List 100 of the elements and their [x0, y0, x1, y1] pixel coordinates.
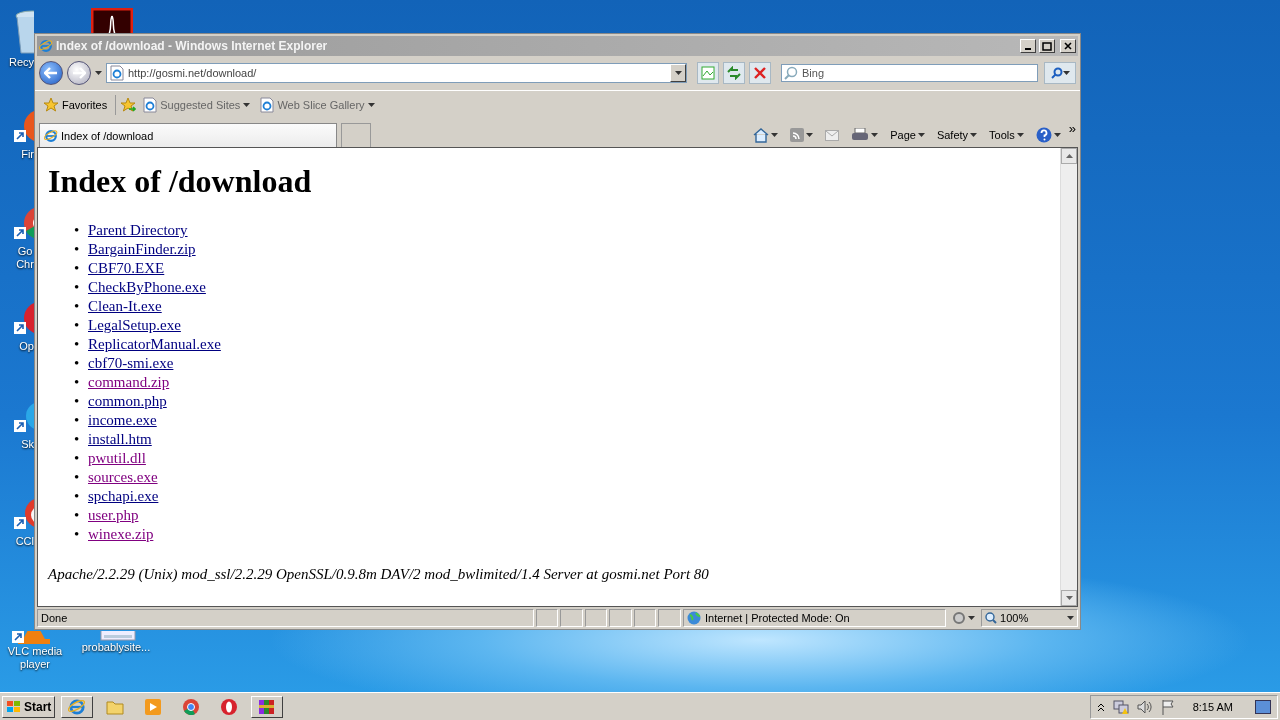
icon-label: Go Chr: [16, 245, 34, 271]
show-hidden-icons[interactable]: [1096, 701, 1105, 712]
refresh-button[interactable]: [723, 62, 745, 84]
command-menu[interactable]: Page: [886, 123, 929, 147]
caret-icon: [95, 71, 102, 75]
favorites-button[interactable]: Favorites: [39, 97, 112, 113]
circle-logo-icon: [183, 698, 200, 715]
file-link[interactable]: command.zip: [88, 373, 170, 392]
file-link[interactable]: pwutil.dll: [88, 449, 146, 468]
envelope-icon: [825, 129, 840, 141]
caret-icon: [968, 616, 976, 620]
scroll-up-button[interactable]: [1061, 148, 1077, 164]
network-icon[interactable]: [1112, 698, 1129, 715]
close-button[interactable]: [1060, 39, 1076, 53]
bullet: •: [74, 240, 80, 259]
window-title: Index of /download - Windows Internet Explorer: [56, 39, 329, 53]
bullet: •: [74, 468, 80, 487]
security-zone: Internet | Protected Mode: On: [705, 612, 850, 624]
file-link[interactable]: LegalSetup.exe: [88, 316, 181, 335]
stop-button[interactable]: [749, 62, 771, 84]
document-icon[interactable]: [91, 8, 133, 33]
magnifier-icon: [985, 612, 998, 624]
icon-label: Recy: [8, 56, 34, 69]
start-button[interactable]: Start: [2, 695, 56, 718]
bullet: •: [74, 449, 80, 468]
bullet: •: [74, 392, 80, 411]
bullet: •: [74, 259, 80, 278]
forward-button[interactable]: [67, 61, 91, 85]
star-icon: [43, 97, 59, 113]
icon-label: VLC media player: [6, 645, 64, 671]
search-button[interactable]: [1044, 62, 1076, 84]
file-link[interactable]: common.php: [88, 392, 167, 411]
house-icon: [753, 127, 770, 143]
file-link[interactable]: winexe.zip: [88, 525, 154, 544]
page-icon: [143, 97, 158, 113]
icon-label: CCl: [15, 535, 34, 548]
scroll-down-button[interactable]: [1061, 590, 1077, 606]
minimize-button[interactable]: [1020, 39, 1036, 53]
browser-icon: [44, 128, 58, 143]
flag-icon[interactable]: [1160, 698, 1175, 715]
file-link[interactable]: income.exe: [88, 411, 157, 430]
bullet: •: [74, 335, 80, 354]
browser-tab[interactable]: Index of /download: [39, 123, 337, 147]
caret-icon: [1067, 616, 1074, 620]
bullet: •: [74, 373, 80, 392]
taskbar-archive-button[interactable]: [251, 695, 284, 718]
icon-label: Op: [19, 340, 34, 353]
caret-icon: [771, 133, 779, 137]
bullet: •: [74, 487, 80, 506]
maximize-button[interactable]: [1039, 39, 1055, 53]
file-link[interactable]: Parent Directory: [88, 221, 188, 240]
command-menu[interactable]: Safety: [932, 123, 982, 147]
speaker-icon[interactable]: [1136, 699, 1153, 714]
bullet: •: [74, 316, 80, 335]
address-field[interactable]: http://gosmi.net/download/: [106, 63, 687, 83]
bullet: •: [74, 354, 80, 373]
cross-icon: [754, 67, 766, 79]
books-icon: [258, 698, 277, 715]
file-link[interactable]: CheckByPhone.exe: [88, 278, 206, 297]
zoom-button[interactable]: 100%: [981, 609, 1078, 627]
favorites-link[interactable]: Web Slice Gallery: [257, 97, 378, 113]
file-link[interactable]: CBF70.EXE: [88, 259, 165, 278]
printer-icon: [851, 128, 870, 142]
folder-icon: [106, 698, 125, 715]
windows-flag-icon: [6, 699, 22, 714]
play-icon: [145, 698, 162, 715]
file-link[interactable]: BargainFinder.zip: [88, 240, 196, 259]
status-pane: [609, 609, 632, 627]
toolbar-overflow[interactable]: »: [1068, 121, 1076, 136]
taskbar-browser-button[interactable]: [61, 695, 94, 718]
history-dropdown[interactable]: [670, 64, 686, 82]
trash-can-icon[interactable]: [12, 8, 34, 56]
file-link[interactable]: install.htm: [88, 430, 152, 449]
caret-icon: [917, 133, 925, 137]
search-field[interactable]: Bing: [781, 64, 1038, 82]
show-desktop-button[interactable]: [1255, 699, 1271, 714]
command-menu[interactable]: Tools: [985, 123, 1028, 147]
caret-icon: [1062, 71, 1070, 75]
file-link[interactable]: spchapi.exe: [88, 487, 159, 506]
down-arrow-icon: [1065, 596, 1073, 600]
up-arrow-icon: [1065, 154, 1073, 158]
file-link[interactable]: cbf70-smi.exe: [88, 354, 174, 373]
file-link[interactable]: ReplicatorManual.exe: [88, 335, 221, 354]
page-heading: Index of /download: [48, 163, 313, 200]
search-icon: [1050, 67, 1063, 79]
search-icon: [784, 66, 798, 80]
file-link[interactable]: user.php: [88, 506, 139, 525]
gear-icon: [952, 611, 967, 625]
bullet: •: [74, 506, 80, 525]
help-icon: [1035, 127, 1052, 143]
file-link[interactable]: sources.exe: [88, 468, 158, 487]
back-button[interactable]: [39, 61, 63, 85]
left-arrow-icon: [44, 67, 58, 79]
file-link[interactable]: Clean-It.exe: [88, 297, 162, 316]
favorites-link[interactable]: Suggested Sites: [140, 97, 254, 113]
clock[interactable]: 8:15 AM: [1192, 700, 1233, 713]
caret-icon: [367, 103, 375, 107]
status-pane: [658, 609, 681, 627]
caret-icon: [1016, 133, 1024, 137]
bullet: •: [74, 278, 80, 297]
